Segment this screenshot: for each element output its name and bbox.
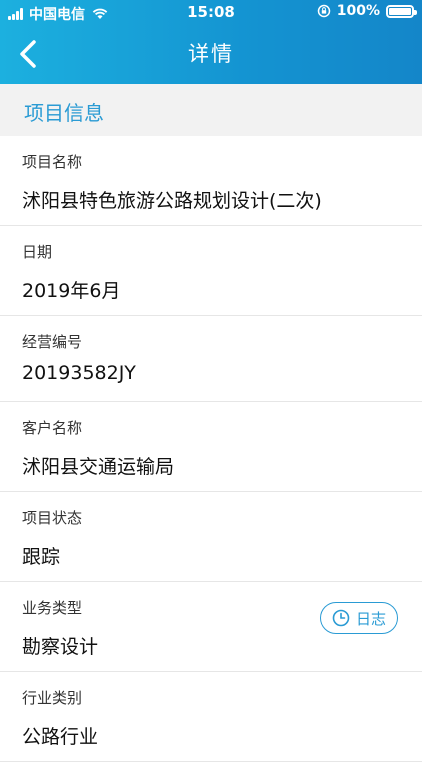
battery-percent: 100% (336, 3, 380, 19)
field-label: 行业类别 (22, 689, 83, 707)
field-row-business-number: 经营编号 20193582JY (0, 316, 422, 402)
field-value: 勘察设计 (22, 636, 99, 658)
log-button[interactable]: 日志 (320, 602, 398, 634)
field-value: 跟踪 (22, 546, 61, 568)
field-value: 20193582JY (22, 362, 136, 384)
field-label: 日期 (22, 243, 53, 261)
field-label: 项目名称 (22, 153, 83, 171)
field-value: 2019年6月 (22, 280, 121, 302)
field-row-industry-category: 行业类别 公路行业 (0, 672, 422, 762)
field-value: 公路行业 (22, 726, 99, 748)
field-label: 业务类型 (22, 599, 83, 617)
detail-list: 项目名称 沭阳县特色旅游公路规划设计(二次) 日期 2019年6月 经营编号 2… (0, 136, 422, 762)
chevron-left-icon (20, 40, 36, 68)
field-value: 沭阳县交通运输局 (22, 456, 175, 478)
rotation-lock-icon (317, 4, 330, 18)
field-label: 经营编号 (22, 333, 83, 351)
field-row-date: 日期 2019年6月 (0, 226, 422, 316)
field-row-project-status: 项目状态 跟踪 (0, 492, 422, 582)
nav-bar: 详情 (0, 24, 422, 84)
log-button-label: 日志 (355, 609, 386, 628)
status-bar-right: 100% (317, 3, 417, 19)
field-row-project-name: 项目名称 沭阳县特色旅游公路规划设计(二次) (0, 136, 422, 226)
field-row-client-name: 客户名称 沭阳县交通运输局 (0, 402, 422, 492)
back-button[interactable] (8, 34, 48, 74)
field-value: 沭阳县特色旅游公路规划设计(二次) (22, 190, 322, 212)
section-title: 项目信息 (24, 101, 104, 125)
battery-icon (386, 4, 417, 18)
page-title: 详情 (188, 42, 234, 66)
field-label: 项目状态 (22, 509, 83, 527)
clock-icon (332, 609, 350, 627)
field-label: 客户名称 (22, 419, 83, 437)
field-row-business-type: 业务类型 勘察设计 日志 (0, 582, 422, 672)
app-header: 中国电信 15:08 100% 详情 (0, 0, 422, 84)
section-header: 项目信息 (0, 84, 422, 136)
status-bar: 中国电信 15:08 100% (0, 0, 422, 24)
